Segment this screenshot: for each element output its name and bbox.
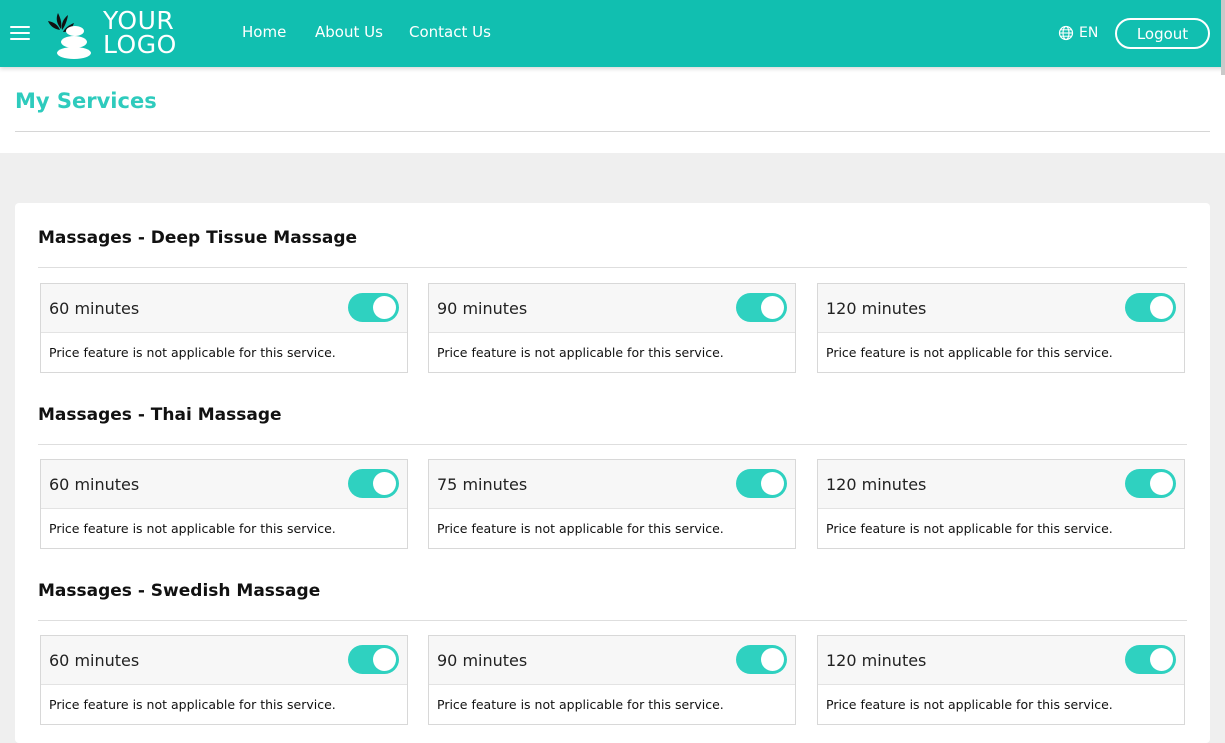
- price-note: Price feature is not applicable for this…: [49, 521, 336, 536]
- duration-label: 120 minutes: [826, 299, 927, 318]
- top-navbar: YOUR LOGO Home About Us Contact Us EN Lo…: [0, 0, 1225, 67]
- toggle-knob: [373, 648, 396, 671]
- section-title: Massages - Swedish Massage: [38, 581, 321, 601]
- service-option-card: 60 minutes Price feature is not applicab…: [40, 283, 408, 373]
- service-option-card: 120 minutes Price feature is not applica…: [817, 283, 1185, 373]
- service-toggle[interactable]: [1125, 645, 1176, 674]
- service-toggle[interactable]: [348, 469, 399, 498]
- duration-label: 60 minutes: [49, 475, 140, 494]
- service-toggle[interactable]: [348, 293, 399, 322]
- service-option-card: 120 minutes Price feature is not applica…: [817, 459, 1185, 549]
- card-header: 60 minutes: [41, 636, 407, 685]
- logout-button[interactable]: Logout: [1115, 18, 1210, 49]
- divider: [15, 131, 1210, 132]
- service-option-card: 90 minutes Price feature is not applicab…: [428, 635, 796, 725]
- card-header: 60 minutes: [41, 460, 407, 509]
- page-header: My Services: [0, 67, 1225, 153]
- duration-label: 90 minutes: [437, 651, 528, 670]
- logo[interactable]: YOUR LOGO: [44, 7, 194, 59]
- divider: [38, 267, 1187, 268]
- toggle-knob: [1150, 472, 1173, 495]
- card-header: 90 minutes: [429, 636, 795, 685]
- price-note: Price feature is not applicable for this…: [437, 345, 724, 360]
- service-option-card: 90 minutes Price feature is not applicab…: [428, 283, 796, 373]
- logo-line-2: LOGO: [103, 30, 177, 59]
- card-header: 120 minutes: [818, 284, 1184, 333]
- duration-label: 75 minutes: [437, 475, 528, 494]
- service-option-card: 60 minutes Price feature is not applicab…: [40, 635, 408, 725]
- service-toggle[interactable]: [736, 645, 787, 674]
- scrollbar-thumb[interactable]: [1221, 0, 1225, 75]
- section-title: Massages - Deep Tissue Massage: [38, 228, 358, 248]
- logo-text: YOUR LOGO: [103, 8, 177, 59]
- card-header: 120 minutes: [818, 460, 1184, 509]
- service-toggle[interactable]: [736, 469, 787, 498]
- duration-label: 120 minutes: [826, 475, 927, 494]
- price-note: Price feature is not applicable for this…: [826, 345, 1113, 360]
- price-note: Price feature is not applicable for this…: [826, 697, 1113, 712]
- toggle-knob: [1150, 648, 1173, 671]
- toggle-knob: [761, 648, 784, 671]
- service-option-card: 75 minutes Price feature is not applicab…: [428, 459, 796, 549]
- nav-about-link[interactable]: About Us: [315, 23, 383, 41]
- card-header: 60 minutes: [41, 284, 407, 333]
- toggle-knob: [761, 472, 784, 495]
- language-selector[interactable]: EN: [1058, 23, 1098, 43]
- duration-label: 60 minutes: [49, 651, 140, 670]
- services-panel: Massages - Deep Tissue Massage 60 minute…: [15, 203, 1210, 743]
- price-note: Price feature is not applicable for this…: [826, 521, 1113, 536]
- nav-contact-link[interactable]: Contact Us: [409, 23, 491, 41]
- page-title: My Services: [15, 89, 157, 113]
- service-toggle[interactable]: [1125, 293, 1176, 322]
- service-option-card: 120 minutes Price feature is not applica…: [817, 635, 1185, 725]
- duration-label: 90 minutes: [437, 299, 528, 318]
- service-option-card: 60 minutes Price feature is not applicab…: [40, 459, 408, 549]
- toggle-knob: [373, 472, 396, 495]
- section-title: Massages - Thai Massage: [38, 405, 282, 425]
- duration-label: 120 minutes: [826, 651, 927, 670]
- price-note: Price feature is not applicable for this…: [49, 345, 336, 360]
- price-note: Price feature is not applicable for this…: [437, 697, 724, 712]
- card-header: 75 minutes: [429, 460, 795, 509]
- language-label: EN: [1079, 25, 1099, 41]
- card-header: 120 minutes: [818, 636, 1184, 685]
- service-toggle[interactable]: [736, 293, 787, 322]
- divider: [38, 444, 1187, 445]
- toggle-knob: [761, 296, 784, 319]
- stones-leaf-icon: [48, 13, 91, 59]
- toggle-knob: [1150, 296, 1173, 319]
- nav-home-link[interactable]: Home: [242, 23, 286, 41]
- hamburger-menu-icon[interactable]: [10, 25, 30, 41]
- card-header: 90 minutes: [429, 284, 795, 333]
- toggle-knob: [373, 296, 396, 319]
- globe-icon: [1058, 25, 1074, 41]
- divider: [38, 620, 1187, 621]
- price-note: Price feature is not applicable for this…: [437, 521, 724, 536]
- duration-label: 60 minutes: [49, 299, 140, 318]
- service-toggle[interactable]: [1125, 469, 1176, 498]
- service-toggle[interactable]: [348, 645, 399, 674]
- price-note: Price feature is not applicable for this…: [49, 697, 336, 712]
